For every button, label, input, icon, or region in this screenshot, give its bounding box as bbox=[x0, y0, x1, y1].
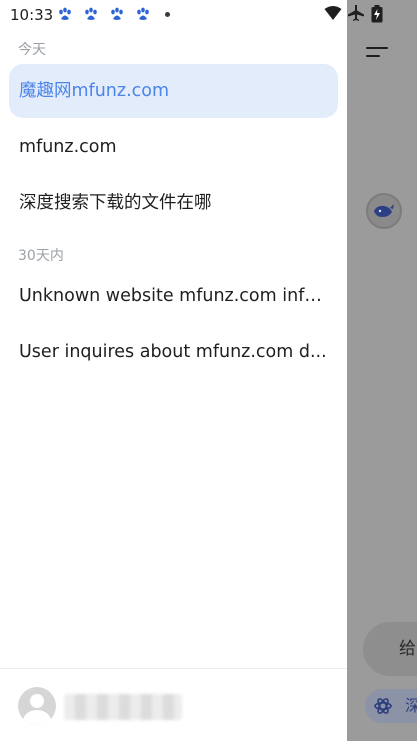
airplane-icon bbox=[348, 5, 364, 21]
history-item[interactable]: Unknown website mfunz.com info... bbox=[9, 269, 338, 323]
user-name-redacted[interactable] bbox=[64, 694, 182, 720]
main-screen-backdrop[interactable]: 给 De 深 bbox=[347, 0, 417, 741]
history-item[interactable]: 深度搜索下载的文件在哪 bbox=[9, 176, 338, 230]
section-label-30-days: 30天内 bbox=[18, 248, 64, 264]
section-label-today: 今天 bbox=[18, 42, 46, 58]
footer-divider bbox=[0, 668, 347, 669]
paw-icon bbox=[137, 7, 149, 20]
history-item[interactable]: User inquires about mfunz.com d... bbox=[9, 325, 338, 379]
paw-icon bbox=[111, 7, 123, 20]
paw-icon bbox=[59, 7, 71, 20]
notification-dot bbox=[165, 12, 170, 17]
history-item[interactable]: mfunz.com bbox=[9, 120, 338, 174]
atom-icon bbox=[374, 698, 392, 714]
history-item[interactable]: 魔趣网mfunz.com bbox=[9, 64, 338, 118]
history-drawer: 今天 魔趣网mfunz.com mfunz.com 深度搜索下载的文件在哪 30… bbox=[0, 0, 347, 741]
menu-icon[interactable] bbox=[366, 43, 390, 63]
wifi-icon bbox=[324, 6, 342, 20]
deep-think-label: 深 bbox=[405, 696, 417, 715]
user-avatar[interactable] bbox=[18, 687, 56, 725]
status-time: 10:33 bbox=[10, 6, 54, 24]
status-bar: 10:33 bbox=[0, 0, 417, 30]
paw-icon bbox=[85, 7, 97, 20]
deep-think-chip[interactable]: 深 bbox=[365, 689, 417, 723]
suggestion-chip[interactable]: 给 De bbox=[363, 622, 417, 676]
whale-logo-icon bbox=[366, 193, 402, 229]
battery-icon bbox=[371, 5, 383, 23]
